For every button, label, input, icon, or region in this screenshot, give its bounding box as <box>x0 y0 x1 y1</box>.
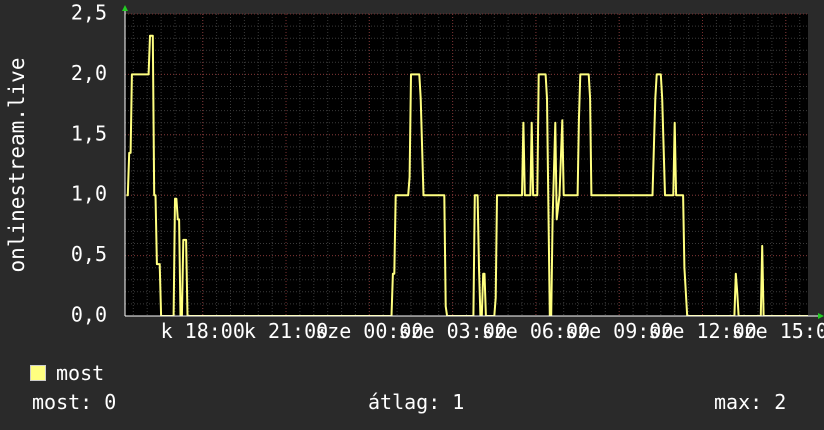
y-tick-label: 1,5 <box>71 121 107 145</box>
legend-label-most: most <box>56 361 105 385</box>
x-tick-label: k 18:00 <box>161 319 245 343</box>
line-chart: 0,0 0,5 1,0 1,5 2,0 2,5 k 18:00k 21:00sze 00:… <box>0 0 824 430</box>
y-tick-label: 2,0 <box>71 61 107 85</box>
stat-current: most: 0 <box>32 390 117 414</box>
stat-max: max: 2 <box>714 390 787 414</box>
y-tick-label: 2,5 <box>71 1 107 25</box>
y-tick-label: 1,0 <box>71 182 107 206</box>
x-tick-label: sze 15:00 <box>732 319 824 343</box>
y-tick-label: 0,5 <box>71 242 107 266</box>
legend: most <box>30 361 104 385</box>
stat-average: átlag: 1 <box>368 390 465 414</box>
y-tick-label: 0,0 <box>71 303 107 327</box>
legend-swatch <box>30 365 46 381</box>
y-axis-label: onlinestream.live <box>5 58 29 273</box>
x-tick-labels: k 18:00k 21:00sze 00:00sze 03:00sze 06:0… <box>161 319 824 343</box>
